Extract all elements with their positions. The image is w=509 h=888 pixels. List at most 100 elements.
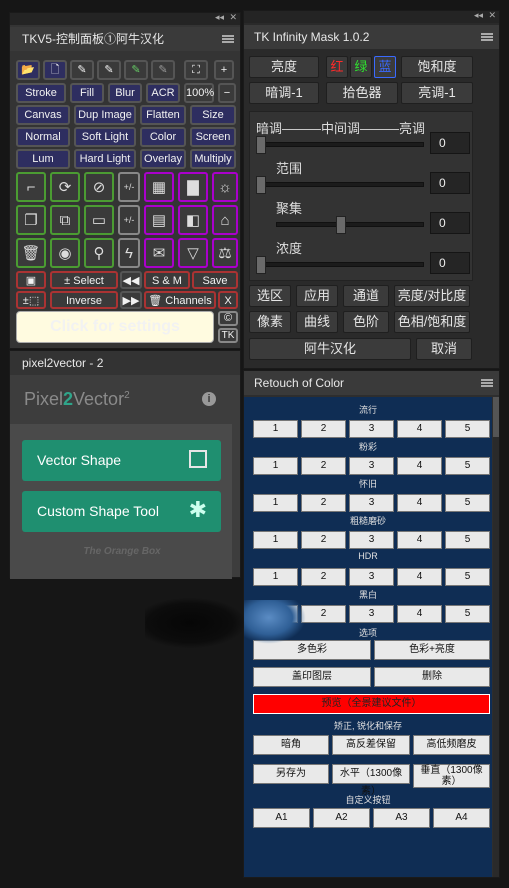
no-brush-icon[interactable]: ⊘ — [84, 172, 114, 202]
copy-layer-icon[interactable]: ⧉ — [50, 205, 80, 235]
range-slider-thumb[interactable] — [256, 136, 266, 154]
preset-3-2-button[interactable]: 2 — [301, 494, 346, 512]
forward-icon[interactable]: ▶▶ — [120, 291, 142, 309]
custom-a4-button[interactable]: A4 — [433, 808, 490, 828]
triangle-icon[interactable]: ▽ — [178, 238, 208, 268]
layers-icon[interactable]: ❐ — [16, 205, 46, 235]
custom-a2-button[interactable]: A2 — [313, 808, 370, 828]
open-folder-icon[interactable]: 📂 — [16, 60, 40, 80]
preset-3-1-button[interactable]: 1 — [253, 494, 298, 512]
saturation-button[interactable]: 饱和度 — [401, 56, 473, 78]
inverse-button[interactable]: Inverse — [50, 291, 118, 309]
brightness-icon[interactable]: ☼ — [212, 172, 238, 202]
close-icon[interactable]: ✕ — [488, 10, 496, 21]
retouch-scrollbar[interactable] — [493, 397, 499, 877]
preset-1-4-button[interactable]: 4 — [397, 420, 442, 438]
blend-color-button[interactable]: Color — [140, 127, 186, 147]
horizontal-1300-button[interactable]: 水平（1300像素） — [332, 764, 410, 797]
add-icon[interactable]: + — [214, 60, 234, 80]
brush-gray-icon[interactable]: ✎ — [151, 60, 175, 80]
preset-4-1-button[interactable]: 1 — [253, 531, 298, 549]
crop-icon[interactable]: ⌐ — [16, 172, 46, 202]
range2-value[interactable]: 0 — [430, 172, 470, 194]
new-document-icon[interactable]: 🗋 — [43, 60, 67, 80]
blend-screen-button[interactable]: Screen — [190, 127, 236, 147]
preset-1-1-button[interactable]: 1 — [253, 420, 298, 438]
preset-2-5-button[interactable]: 5 — [445, 457, 490, 475]
range-slider[interactable] — [256, 142, 424, 147]
range2-slider[interactable] — [256, 182, 424, 187]
balance-icon[interactable]: ⚖ — [212, 238, 238, 268]
channel-button[interactable]: 通道 — [343, 285, 389, 307]
blend-lum-button[interactable]: Lum — [16, 149, 70, 169]
brush-green-icon[interactable]: ✎ — [124, 60, 148, 80]
custom-a1-button[interactable]: A1 — [253, 808, 310, 828]
half-tone-icon[interactable]: ◧ — [178, 205, 208, 235]
panel-menu-icon[interactable] — [222, 35, 234, 43]
preset-1-5-button[interactable]: 5 — [445, 420, 490, 438]
focus-slider-thumb[interactable] — [336, 216, 346, 234]
range-value[interactable]: 0 — [430, 132, 470, 154]
preset-6-4-button[interactable]: 4 — [397, 605, 442, 623]
density-slider-thumb[interactable] — [256, 256, 266, 274]
envelope-icon[interactable]: ✉ — [144, 238, 174, 268]
blend-hardlight-button[interactable]: Hard Light — [74, 149, 136, 169]
preset-1-3-button[interactable]: 3 — [349, 420, 394, 438]
red-channel-button[interactable]: 红 — [326, 56, 348, 78]
marquee-icon[interactable]: ±⬚ — [16, 291, 46, 309]
blur-button[interactable]: Blur — [108, 83, 142, 103]
preset-2-2-button[interactable]: 2 — [301, 457, 346, 475]
preset-3-4-button[interactable]: 4 — [397, 494, 442, 512]
levels-icon[interactable]: ▤ — [144, 205, 174, 235]
darks-1-button[interactable]: 暗调-1 — [249, 82, 319, 104]
link-icon[interactable]: +/- — [118, 205, 140, 235]
range2-slider-thumb[interactable] — [256, 176, 266, 194]
dup-image-button[interactable]: Dup Image — [74, 105, 136, 125]
panel-title[interactable]: TKV5-控制面板①阿牛汉化 — [14, 27, 164, 51]
hue-saturation-button[interactable]: 色相/饱和度 — [394, 311, 470, 333]
plus-minus-box-icon[interactable]: +/- — [118, 172, 140, 202]
preset-3-3-button[interactable]: 3 — [349, 494, 394, 512]
acr-button[interactable]: ACR — [146, 83, 180, 103]
save-as-button[interactable]: 另存为 — [253, 764, 329, 784]
preset-4-4-button[interactable]: 4 — [397, 531, 442, 549]
aniu-localization-button[interactable]: 阿牛汉化 — [249, 338, 411, 360]
collapse-icon[interactable]: ◂◂ — [474, 10, 483, 21]
preset-5-3-button[interactable]: 3 — [349, 568, 394, 586]
panel-menu-icon[interactable] — [481, 33, 493, 41]
frequency-sep-button[interactable]: 高低频磨皮 — [413, 735, 490, 755]
tk-button[interactable]: TK — [218, 328, 238, 343]
density-value[interactable]: 0 — [430, 252, 470, 274]
eye-icon[interactable]: ◉ — [50, 238, 80, 268]
preset-4-3-button[interactable]: 3 — [349, 531, 394, 549]
zoom-100-button[interactable]: 100% — [184, 83, 214, 103]
magnifier-icon[interactable]: ⚲ — [84, 238, 114, 268]
pixel-button[interactable]: 像素 — [249, 311, 291, 333]
density-slider[interactable] — [256, 262, 424, 267]
preset-5-4-button[interactable]: 4 — [397, 568, 442, 586]
sm-button[interactable]: S & M — [144, 271, 190, 289]
preset-6-5-button[interactable]: 5 — [445, 605, 490, 623]
size-button[interactable]: Size — [190, 105, 236, 125]
vignette-button[interactable]: 暗角 — [253, 735, 329, 755]
curves-button[interactable]: 曲线 — [296, 311, 338, 333]
lightning-icon[interactable]: ϟ — [118, 238, 140, 268]
trash-icon[interactable]: 🗑 — [16, 238, 46, 268]
blend-overlay-button[interactable]: Overlay — [140, 149, 186, 169]
info-icon[interactable]: i — [202, 392, 216, 406]
focus-slider[interactable] — [276, 222, 424, 227]
panel-menu-icon[interactable] — [481, 379, 493, 387]
preset-6-2-button[interactable]: 2 — [301, 605, 346, 623]
brush-icon[interactable]: ✎ — [70, 60, 94, 80]
vector-shape-button[interactable]: Vector Shape — [22, 440, 221, 481]
custom-shape-button[interactable]: Custom Shape Tool ✱ — [22, 491, 221, 532]
preset-4-2-button[interactable]: 2 — [301, 531, 346, 549]
levels-button[interactable]: 色阶 — [343, 311, 389, 333]
canvas-button[interactable]: Canvas — [16, 105, 70, 125]
curves-icon[interactable]: ▦ — [144, 172, 174, 202]
preset-5-2-button[interactable]: 2 — [301, 568, 346, 586]
preset-5-5-button[interactable]: 5 — [445, 568, 490, 586]
custom-a3-button[interactable]: A3 — [373, 808, 430, 828]
blend-softlight-button[interactable]: Soft Light — [74, 127, 136, 147]
folder-icon[interactable]: ▭ — [84, 205, 114, 235]
